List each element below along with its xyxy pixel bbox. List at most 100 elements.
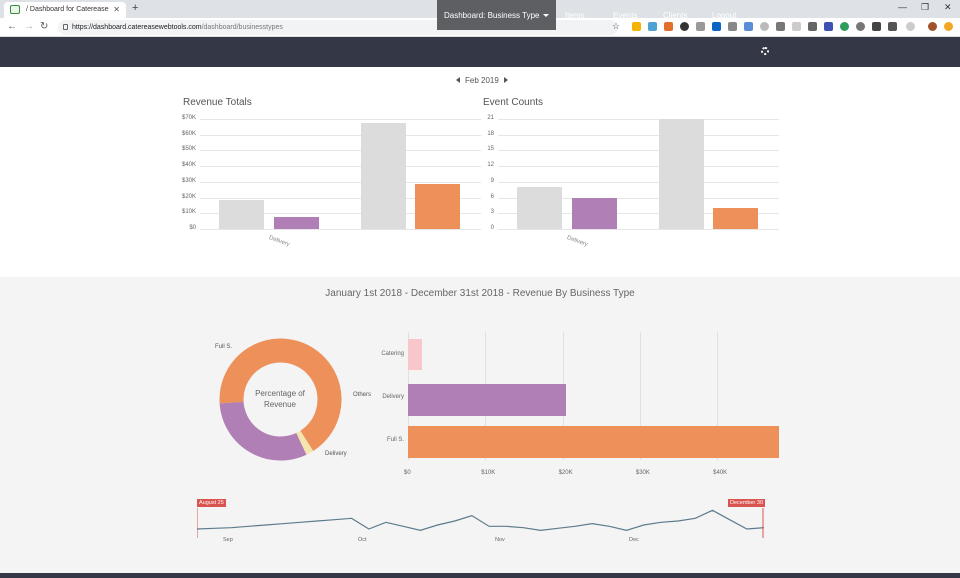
gridline — [498, 166, 779, 168]
bar — [361, 122, 406, 229]
timeline-line — [197, 509, 764, 531]
gridline — [498, 150, 779, 152]
caterease-favicon-icon — [10, 5, 20, 14]
y-tick-label: $10K — [181, 209, 196, 216]
extension-icon[interactable] — [824, 22, 833, 31]
y-tick-label: 12 — [487, 162, 494, 169]
lock-icon — [63, 24, 68, 30]
y-tick-label: $50K — [181, 146, 196, 153]
profile-avatar[interactable] — [928, 22, 937, 31]
y-tick-label: Full S. — [386, 436, 404, 443]
y-tick-label: 9 — [490, 177, 494, 184]
yearly-revenue-title: January 1st 2018 - December 31st 2018 - … — [325, 288, 635, 299]
y-tick-label: $40K — [181, 162, 196, 169]
nav-items[interactable]: Items — [565, 0, 585, 30]
x-tick-label: $10K — [481, 470, 496, 476]
browser-tab[interactable]: / Dashboard for Caterease ✕ — [4, 2, 126, 18]
gridline — [498, 119, 779, 120]
y-tick-label: 0 — [490, 225, 494, 231]
window-close-icon[interactable]: ✕ — [944, 2, 952, 13]
tab-title: / Dashboard for Caterease — [26, 6, 109, 13]
x-tick-label: $40K — [713, 470, 728, 476]
gridline — [498, 229, 779, 230]
new-tab-icon[interactable]: + — [132, 2, 138, 14]
tab-close-icon[interactable]: ✕ — [113, 5, 120, 14]
page-footer — [0, 573, 960, 578]
y-tick-label: 18 — [487, 130, 494, 137]
extension-icon[interactable] — [944, 22, 953, 31]
reload-icon[interactable]: ↻ — [40, 21, 48, 32]
bar — [659, 119, 704, 229]
bar — [274, 217, 319, 229]
gridline — [200, 181, 481, 183]
bar — [408, 339, 422, 370]
y-tick-label: 3 — [490, 209, 494, 216]
y-tick-label: 6 — [490, 193, 494, 200]
y-tick-label: $30K — [181, 177, 196, 184]
bar — [517, 187, 562, 229]
event-counts-title: Event Counts — [483, 97, 544, 108]
url-path: /dashboard/businesstypes — [201, 24, 283, 31]
extension-icon[interactable] — [696, 22, 705, 31]
extension-icon[interactable] — [856, 22, 865, 31]
nav-events[interactable]: Events — [613, 0, 637, 30]
prev-month-icon[interactable] — [456, 77, 460, 83]
url-host: https://dashboard.catereasewebtools.com — [72, 24, 202, 31]
date-range-timeline[interactable] — [197, 508, 764, 538]
bar — [219, 199, 264, 229]
y-tick-label: $60K — [181, 130, 196, 137]
gridline — [498, 181, 779, 183]
restore-icon[interactable]: ❐ — [921, 2, 929, 13]
timeline-x-label: Sep — [223, 537, 233, 543]
gridline — [200, 134, 481, 136]
gridline — [498, 134, 779, 136]
month-selector: Feb 2019 — [456, 76, 508, 85]
extension-icon[interactable] — [808, 22, 817, 31]
y-tick-label: $20K — [181, 193, 196, 200]
gridline — [200, 119, 481, 120]
donut-center-label: Percentage of Revenue — [255, 389, 305, 409]
bar — [572, 197, 617, 229]
nav-dashboard-label: Dashboard: Business Type — [444, 11, 540, 20]
extension-icon[interactable] — [872, 22, 881, 31]
x-tick-label: $20K — [558, 470, 573, 476]
y-tick-label: $70K — [181, 115, 196, 121]
nav-logout[interactable]: Logout — [712, 0, 736, 30]
avatar[interactable] — [906, 22, 915, 31]
extension-icon[interactable] — [840, 22, 849, 31]
y-tick-label: $0 — [189, 225, 196, 231]
revenue-totals-title: Revenue Totals — [183, 97, 252, 108]
minimize-icon[interactable]: — — [898, 2, 907, 12]
nav-dashboard-dropdown[interactable]: Dashboard: Business Type — [437, 0, 557, 30]
nav-clients[interactable]: Clients — [663, 0, 687, 30]
gridline — [200, 150, 481, 152]
y-tick-label: Delivery — [382, 394, 404, 400]
month-label: Feb 2019 — [465, 76, 499, 85]
gear-icon[interactable] — [761, 47, 769, 55]
back-arrow-icon[interactable]: ← — [7, 21, 17, 32]
range-start-flag[interactable]: August 25 — [197, 499, 226, 507]
timeline-x-label: Oct — [358, 537, 367, 543]
x-tick-label: $0 — [404, 470, 411, 476]
gridline — [200, 166, 481, 168]
y-tick-label: Catering — [381, 351, 404, 358]
bar — [713, 208, 758, 229]
x-tick-label: $30K — [635, 470, 650, 476]
bar — [408, 383, 567, 416]
extension-icon[interactable] — [744, 22, 753, 31]
extension-icon[interactable] — [760, 22, 769, 31]
y-tick-label: 21 — [487, 115, 494, 121]
monthly-charts-section — [0, 67, 960, 277]
extension-icon[interactable] — [776, 22, 785, 31]
forward-arrow-icon[interactable]: → — [24, 21, 34, 32]
extension-icon[interactable] — [792, 22, 801, 31]
extension-icon[interactable] — [888, 22, 897, 31]
extension-icon[interactable] — [648, 22, 657, 31]
gridline — [200, 229, 481, 230]
range-end-flag[interactable]: December 30 — [728, 499, 766, 507]
next-month-icon[interactable] — [503, 77, 508, 83]
donut-slice[interactable] — [219, 401, 307, 461]
y-tick-label: 15 — [487, 146, 494, 153]
app-navbar — [0, 37, 960, 67]
donut-label-full-s: Full S. — [215, 344, 233, 350]
